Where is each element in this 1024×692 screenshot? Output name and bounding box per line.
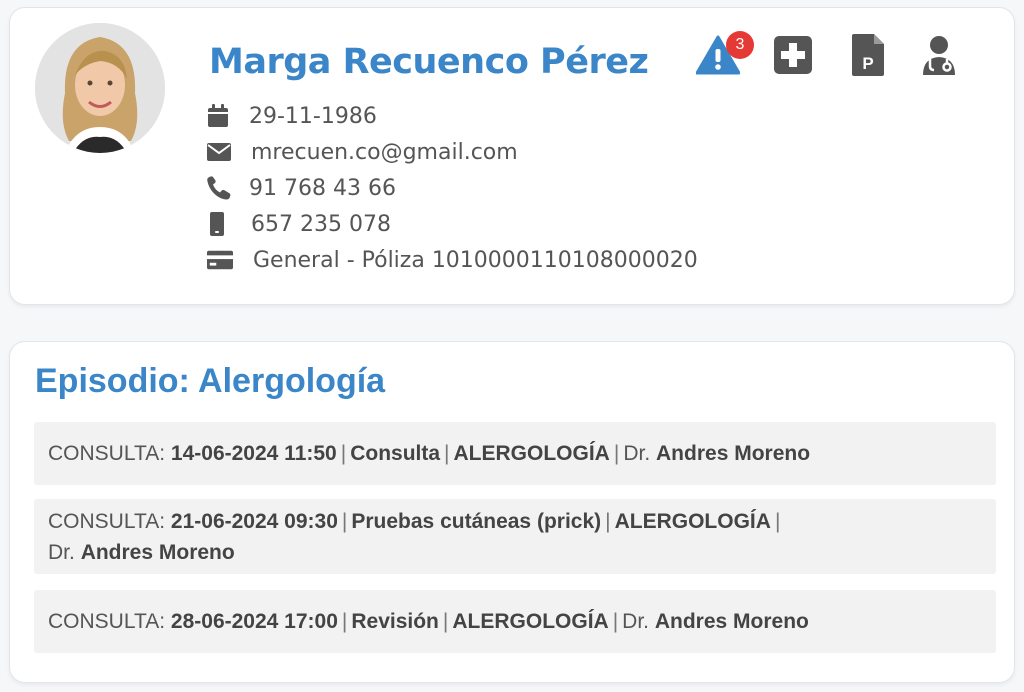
appointment-type: Revisión — [351, 610, 439, 633]
appointment-datetime: 21-06-2024 09:30 — [170, 509, 338, 533]
insurance-row: General - Póliza 1010000110108000020 — [207, 246, 698, 274]
doctor-button[interactable] — [917, 35, 961, 79]
doctor-prefix: Dr. — [622, 610, 650, 633]
phone-icon — [207, 175, 233, 201]
appointment-specialty: ALERGOLOGÍA — [614, 509, 771, 533]
appointment-prefix: CONSULTA: — [48, 610, 166, 633]
patient-name: Marga Recuenco Pérez — [209, 42, 649, 82]
insurance-text: General - Póliza 1010000110108000020 — [253, 247, 698, 273]
phone-row: 91 768 43 66 — [207, 174, 396, 202]
svg-text:P: P — [862, 54, 873, 73]
episode-title: Episodio: Alergología — [35, 362, 386, 400]
envelope-icon — [207, 139, 233, 165]
doctor-prefix: Dr. — [623, 442, 651, 465]
email-text: mrecuen.co@gmail.com — [251, 139, 518, 165]
add-button[interactable] — [771, 35, 815, 79]
appointment-specialty: ALERGOLOGÍA — [452, 610, 609, 633]
appointment-doctor: Andres Moreno — [654, 610, 809, 633]
parking-document-button[interactable]: P — [846, 33, 890, 81]
birthdate-row: 29-11-1986 — [207, 102, 377, 130]
appointment-type: Pruebas cutáneas (prick) — [351, 509, 602, 533]
appointment-row[interactable]: CONSULTA: 21-06-2024 09:30 | Pruebas cután… — [34, 499, 996, 574]
birthdate-text: 29-11-1986 — [249, 103, 377, 129]
parking-file-icon: P — [851, 33, 885, 81]
appointment-prefix: CONSULTA: — [48, 509, 166, 533]
appointment-prefix: CONSULTA: — [48, 442, 166, 465]
patient-avatar — [35, 23, 165, 153]
doctor-prefix: Dr. — [48, 540, 75, 564]
appointment-row[interactable]: CONSULTA: 14-06-2024 11:50 | Consulta | ALER… — [34, 422, 996, 485]
appointment-datetime: 14-06-2024 11:50 — [170, 442, 337, 465]
appointment-row[interactable]: CONSULTA: 28-06-2024 17:00 | Revisión | ALER… — [34, 590, 996, 653]
add-square-icon — [773, 35, 813, 80]
email-row: mrecuen.co@gmail.com — [207, 138, 518, 166]
credit-card-icon — [207, 247, 233, 273]
phone-text: 91 768 43 66 — [249, 175, 396, 201]
mobile-icon — [207, 211, 233, 237]
appointment-datetime: 28-06-2024 17:00 — [170, 610, 338, 633]
episode-card: Episodio: Alergología CONSULTA: 14-06-20… — [9, 341, 1015, 683]
appointment-doctor: Andres Moreno — [80, 540, 235, 564]
alerts-count-badge: 3 — [726, 31, 754, 59]
calendar-icon — [207, 103, 233, 129]
mobile-row: 657 235 078 — [207, 210, 391, 238]
appointment-type: Consulta — [350, 442, 441, 465]
doctor-icon — [921, 35, 957, 80]
patient-card: Marga Recuenco Pérez 29-11-1986 mrecuen.… — [9, 7, 1015, 305]
mobile-text: 657 235 078 — [251, 211, 391, 237]
appointment-specialty: ALERGOLOGÍA — [453, 442, 610, 465]
appointment-doctor: Andres Moreno — [656, 442, 811, 465]
